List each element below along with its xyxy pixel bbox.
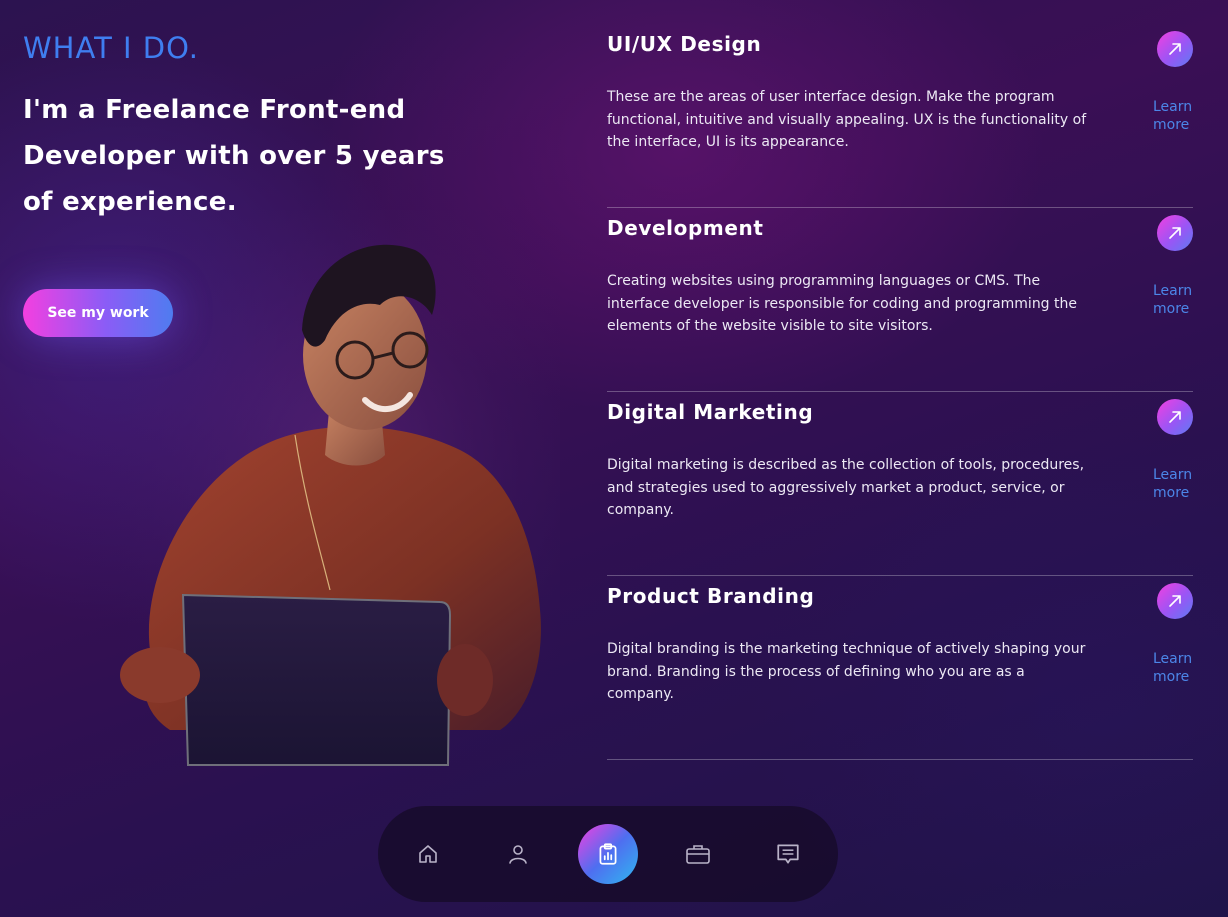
learn-more-line1: Learn [1153,651,1193,667]
service-description: Digital marketing is described as the co… [607,457,1085,518]
learn-more-link[interactable]: Learn more [1153,466,1193,502]
learn-more-line1: Learn [1153,467,1193,483]
bottom-nav [378,806,838,902]
learn-more-link[interactable]: Learn more [1153,98,1193,134]
learn-more-line1: Learn [1153,283,1193,299]
home-icon [419,845,437,863]
service-title: UI/UX Design [607,32,762,56]
service-title: Digital Marketing [607,400,814,424]
service-description: These are the areas of user interface de… [607,89,1087,150]
learn-more-line2: more [1153,301,1190,317]
hero-headline: I'm a Freelance Front-end Developer with… [23,95,445,217]
nav-home[interactable] [398,824,458,884]
service-description: Creating websites using programming lang… [607,273,1077,334]
hero-section: WHAT I DO. I'm a Freelance Front-end Dev… [23,30,483,225]
service-title: Development [607,216,764,240]
section-title: WHAT I DO. [23,31,199,65]
learn-more-line2: more [1153,669,1190,685]
service-description: Digital branding is the marketing techni… [607,641,1086,702]
learn-more-link[interactable]: Learn more [1153,650,1193,686]
arrow-up-right-icon[interactable] [1157,31,1193,67]
arrow-up-right-icon[interactable] [1157,583,1193,619]
briefcase-icon [686,845,710,864]
nav-services[interactable] [578,824,638,884]
service-title: Product Branding [607,584,815,608]
learn-more-line1: Learn [1153,99,1193,115]
learn-more-line2: more [1153,485,1190,501]
learn-more-link[interactable]: Learn more [1153,282,1193,318]
user-icon [509,845,527,864]
nav-contact[interactable] [758,824,818,884]
clipboard-chart-icon [599,843,617,865]
service-item-product-branding: Product Branding Digital branding is the… [607,576,1193,760]
see-my-work-button[interactable]: See my work [23,289,173,337]
arrow-up-right-icon[interactable] [1157,215,1193,251]
message-icon [777,844,799,864]
service-item-development: Development Creating websites using prog… [607,208,1193,392]
nav-portfolio[interactable] [668,824,728,884]
service-item-ui-ux: UI/UX Design These are the areas of user… [607,24,1193,208]
learn-more-line2: more [1153,117,1190,133]
service-item-digital-marketing: Digital Marketing Digital marketing is d… [607,392,1193,576]
nav-about[interactable] [488,824,548,884]
arrow-up-right-icon[interactable] [1157,399,1193,435]
services-list: UI/UX Design These are the areas of user… [607,24,1193,760]
